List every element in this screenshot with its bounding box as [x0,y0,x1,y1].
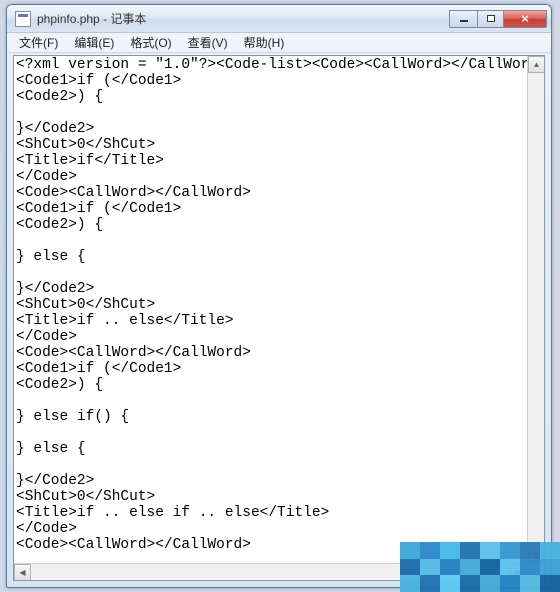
menu-help[interactable]: 帮助(H) [236,32,293,53]
titlebar[interactable]: phpinfo.php - 记事本 × [7,5,551,33]
menu-format[interactable]: 格式(O) [122,32,179,53]
menu-file[interactable]: 文件(F) [11,32,66,53]
menubar: 文件(F) 编辑(E) 格式(O) 查看(V) 帮助(H) [7,33,551,53]
scroll-left-button[interactable]: ◀ [14,564,31,581]
vertical-scrollbar[interactable]: ▲ ▼ [527,56,544,563]
close-button[interactable]: × [503,10,547,28]
text-editor[interactable]: <?xml version = "1.0"?><Code-list><Code>… [14,56,544,580]
menu-view[interactable]: 查看(V) [180,32,236,53]
editor-frame: <?xml version = "1.0"?><Code-list><Code>… [13,55,545,581]
window-controls: × [449,10,547,28]
notepad-window: phpinfo.php - 记事本 × 文件(F) 编辑(E) 格式(O) 查看… [6,4,552,588]
window-title: phpinfo.php - 记事本 [37,10,449,27]
scroll-up-button[interactable]: ▲ [528,56,545,73]
notepad-icon [15,11,31,27]
pixelated-watermark [400,542,560,592]
maximize-button[interactable] [477,10,503,28]
minimize-button[interactable] [449,10,477,28]
menu-edit[interactable]: 编辑(E) [66,32,122,53]
